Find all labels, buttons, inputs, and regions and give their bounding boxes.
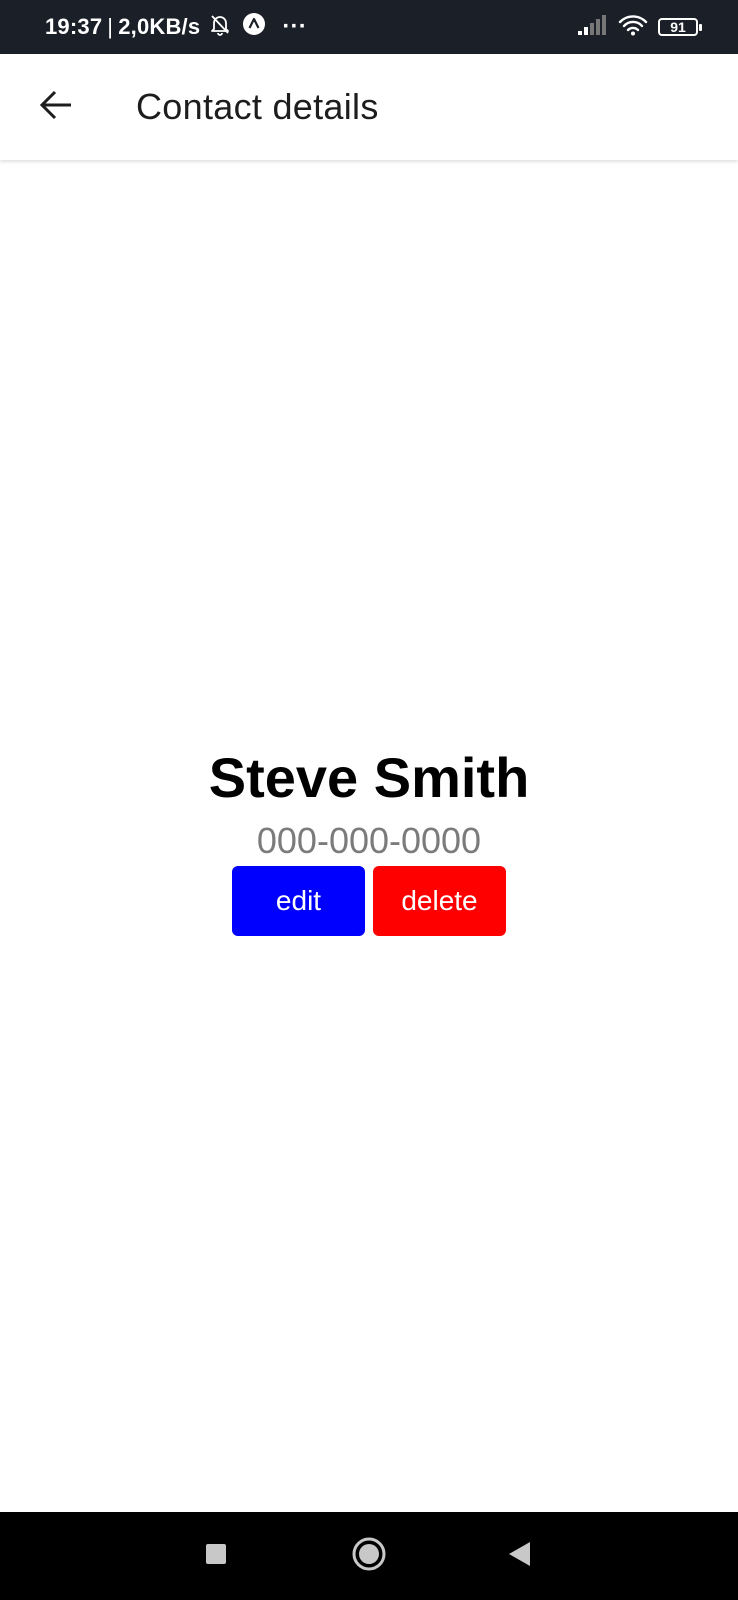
delete-button[interactable]: delete	[373, 866, 506, 937]
recents-square-icon	[204, 1542, 228, 1571]
back-triangle-icon	[506, 1540, 532, 1573]
bell-off-icon	[208, 12, 232, 42]
status-left: 19:37 | 2,0KB/s ···	[45, 0, 307, 54]
edit-button[interactable]: edit	[232, 866, 365, 937]
contact-phone: 000-000-0000	[256, 820, 482, 862]
contact-actions: edit delete	[232, 866, 506, 937]
status-separator: |	[107, 14, 114, 39]
battery-level: 91	[670, 19, 686, 35]
system-nav-bar	[0, 1512, 738, 1600]
nav-back-button[interactable]	[479, 1512, 559, 1600]
signal-icon	[578, 14, 608, 40]
app-notification-icon	[242, 12, 266, 42]
contact-details-content: Steve Smith 000-000-0000 edit delete	[0, 160, 738, 1512]
status-time: 19:37	[45, 14, 103, 39]
page-title: Contact details	[136, 86, 379, 127]
status-right: 91	[578, 0, 702, 54]
more-dots: ···	[282, 13, 307, 40]
status-net-speed: 2,0KB/s	[118, 14, 201, 39]
contact-name: Steve Smith	[208, 746, 530, 809]
app-bar: Contact details	[0, 54, 738, 160]
battery-icon: 91	[658, 18, 702, 36]
home-circle-icon	[351, 1536, 387, 1577]
arrow-left-icon	[39, 90, 73, 125]
home-button[interactable]	[329, 1512, 409, 1600]
back-button[interactable]	[28, 79, 84, 135]
recents-button[interactable]	[176, 1512, 256, 1600]
status-bar: 19:37 | 2,0KB/s ··· 91	[0, 0, 738, 54]
wifi-icon	[618, 14, 648, 41]
